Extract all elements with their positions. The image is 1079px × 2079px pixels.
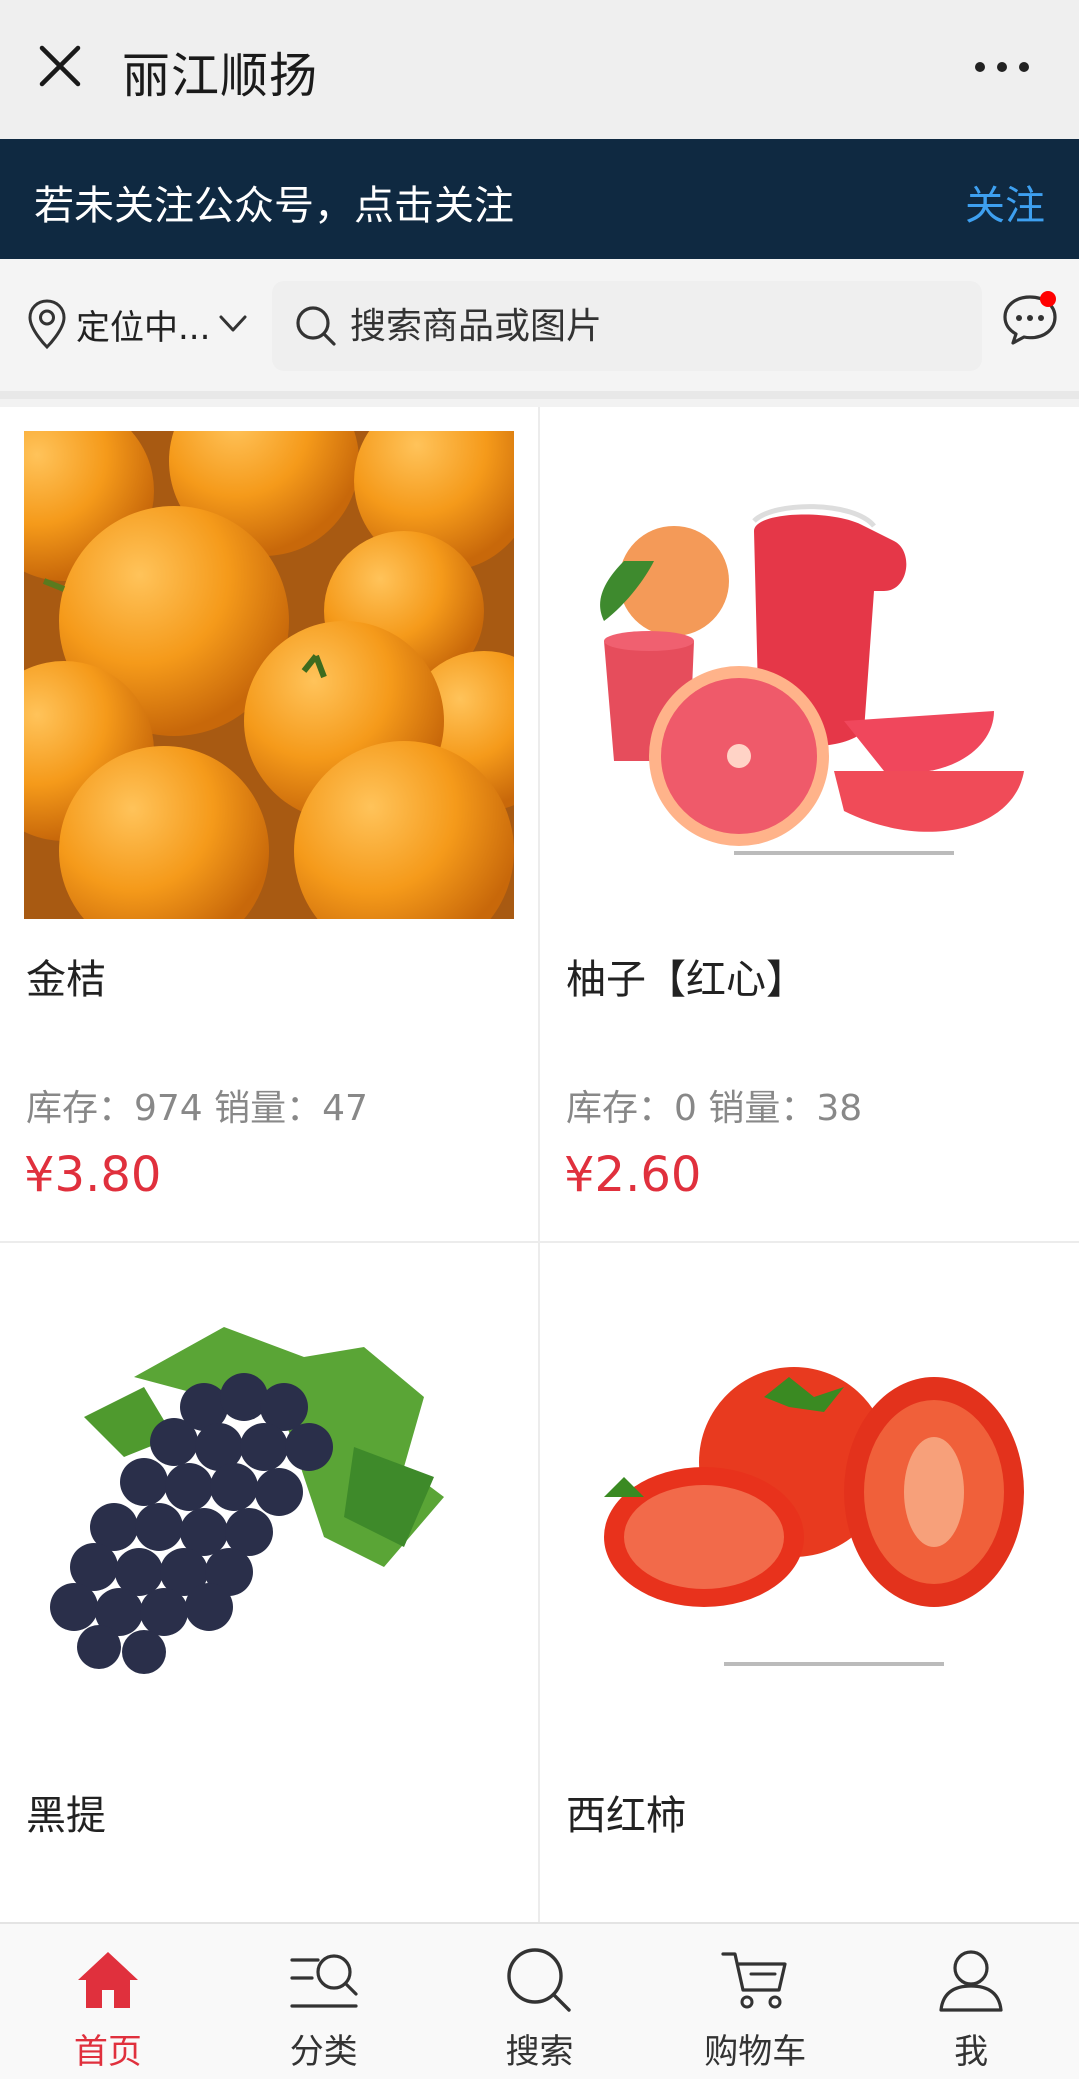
product-price: ¥2.60 xyxy=(564,1147,702,1203)
dot-icon xyxy=(997,62,1007,72)
message-button[interactable] xyxy=(1000,289,1060,349)
mini-program-page: 丽江顺扬 若未关注公众号，点击关注 关注 定位中... 搜索商品或图片 金桔 库… xyxy=(0,0,1079,2079)
tab-label: 购物车 xyxy=(704,2032,807,2072)
follow-button[interactable]: 关注 xyxy=(965,173,1045,231)
top-nav-bar: 丽江顺扬 xyxy=(0,0,1079,139)
grapefruit-photo xyxy=(564,431,1054,919)
home-icon xyxy=(77,1952,138,2008)
cart-icon xyxy=(721,1952,787,2009)
location-label: 定位中... xyxy=(76,307,211,348)
search-icon xyxy=(296,306,336,346)
page-title: 丽江顺扬 xyxy=(122,48,319,104)
tab-home[interactable]: 首页 xyxy=(0,1924,216,2079)
follow-banner: 若未关注公众号，点击关注 关注 xyxy=(0,139,1079,259)
product-card[interactable]: 柚子【红心】 库存：0 销量：38 ¥2.60 xyxy=(540,407,1079,1243)
search-box[interactable] xyxy=(272,281,982,371)
location-pin-icon xyxy=(28,299,66,350)
kumquat-photo xyxy=(24,431,514,919)
location-selector[interactable]: 定位中... xyxy=(26,291,248,357)
tab-label: 分类 xyxy=(289,2032,358,2072)
tab-cart[interactable]: 购物车 xyxy=(647,1924,863,2079)
grapes-photo xyxy=(24,1267,514,1755)
more-options-button[interactable] xyxy=(975,62,1029,72)
product-card[interactable]: 金桔 库存：974 销量：47 ¥3.80 xyxy=(0,407,540,1243)
search-icon xyxy=(507,1948,572,2012)
user-icon xyxy=(939,1950,1003,2012)
search-toolbar: 定位中... xyxy=(0,259,1079,399)
tomato-photo xyxy=(564,1267,1054,1755)
dot-icon xyxy=(1019,62,1029,72)
product-grid: 金桔 库存：974 销量：47 ¥3.80 柚子【红心】 库存：0 销量：38 … xyxy=(0,407,1079,2079)
chevron-down-icon xyxy=(219,315,247,332)
follow-banner-text: 若未关注公众号，点击关注 xyxy=(34,183,514,229)
unread-badge xyxy=(1040,291,1056,307)
tab-category[interactable]: 分类 xyxy=(216,1924,432,2079)
search-input[interactable] xyxy=(350,305,950,347)
product-name: 黑提 xyxy=(26,1793,106,1839)
tab-search[interactable]: 搜索 xyxy=(432,1924,648,2079)
product-name: 柚子【红心】 xyxy=(566,957,806,1003)
tab-label: 我 xyxy=(954,2032,989,2072)
product-price: ¥3.80 xyxy=(24,1147,162,1203)
product-name: 金桔 xyxy=(26,957,106,1003)
product-stats: 库存：0 销量：38 xyxy=(566,1088,863,1129)
tab-label: 搜索 xyxy=(505,2032,574,2072)
bottom-tab-bar: 首页 分类 搜索 购物车 我 xyxy=(0,1922,1079,2079)
product-stats: 库存：974 销量：47 xyxy=(26,1088,368,1129)
product-name: 西红柿 xyxy=(566,1793,686,1839)
close-icon[interactable] xyxy=(36,42,84,90)
tab-label: 首页 xyxy=(73,2032,142,2072)
tab-me[interactable]: 我 xyxy=(863,1924,1079,2079)
category-icon xyxy=(290,1954,358,2008)
dot-icon xyxy=(975,62,985,72)
